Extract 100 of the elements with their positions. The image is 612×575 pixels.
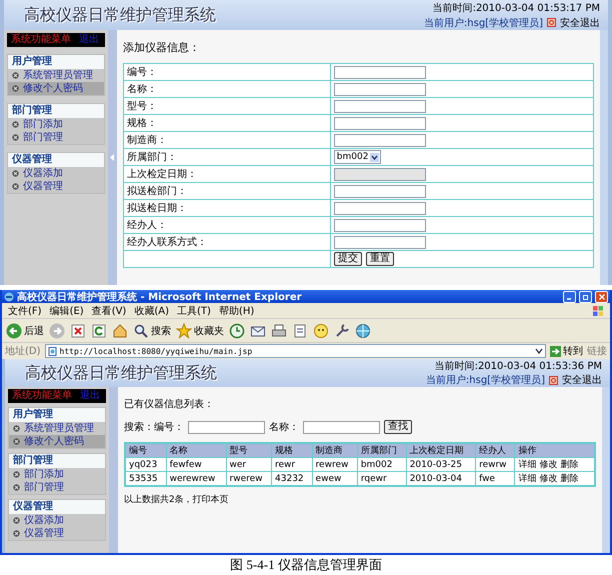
magnifier-icon: [133, 322, 149, 338]
search-button[interactable]: 查找: [384, 420, 412, 434]
action-link[interactable]: 详细: [518, 474, 536, 484]
toolbar-button[interactable]: [313, 322, 329, 338]
menu-group-title: 部门管理: [9, 454, 105, 468]
form-button[interactable]: 提交: [334, 252, 362, 266]
table-cell: 2010-03-25: [406, 458, 476, 472]
toolbar-button[interactable]: 收藏夹: [176, 322, 224, 338]
collapse-arrow-icon: [110, 154, 115, 161]
table-cell: 53535: [125, 472, 166, 486]
form-title: 添加仪器信息：: [123, 40, 201, 56]
table-cell: 2010-03-04: [406, 472, 476, 486]
action-link[interactable]: 修改: [539, 460, 558, 470]
logout-link[interactable]: 安全退出: [560, 16, 600, 30]
toolbar-button[interactable]: [355, 322, 371, 338]
menu-item[interactable]: 部门添加: [9, 468, 105, 481]
maximize-button[interactable]: [579, 290, 592, 302]
menu-item[interactable]: 部门管理: [9, 481, 105, 494]
form-label: 上次检定日期：: [124, 166, 330, 182]
menu-item[interactable]: 仪器管理: [8, 180, 104, 193]
table-cell: rewr: [272, 458, 312, 472]
department-select[interactable]: bm002: [334, 150, 382, 164]
print-link[interactable]: 打印本页: [192, 495, 229, 505]
refresh-icon: [91, 322, 107, 338]
minimize-button[interactable]: [563, 290, 576, 302]
action-link[interactable]: 修改: [539, 474, 558, 484]
input-field[interactable]: [334, 202, 426, 214]
toolbar-button[interactable]: [271, 322, 287, 338]
menu-item[interactable]: 部门管理: [8, 131, 104, 144]
menu-item[interactable]: 仪器添加: [9, 514, 105, 527]
form-label: 名称：: [124, 80, 330, 98]
scrollbar-track[interactable]: [600, 30, 608, 285]
menu-item[interactable]: 修改个人密码: [9, 435, 105, 448]
toolbar-button[interactable]: [229, 322, 245, 338]
close-icon: [598, 294, 604, 300]
menu-item[interactable]: 仪器添加: [8, 167, 104, 180]
globe-icon: [355, 322, 371, 338]
input-field[interactable]: [334, 82, 426, 96]
links-label[interactable]: 链接: [587, 344, 607, 358]
toolbar-button[interactable]: [334, 322, 350, 338]
address-field[interactable]: http://localhost:8080/yyqiweihu/main.jsp: [44, 344, 546, 358]
form-label: 制造商：: [124, 132, 330, 148]
address-label: 地址(D): [5, 344, 41, 358]
menu-item[interactable]: 仪器管理: [9, 527, 105, 540]
current-user: 当前用户:hsg[学校管理员]: [424, 16, 543, 30]
form-label: 编号：: [124, 64, 330, 80]
scrollbar-track[interactable]: [602, 387, 610, 553]
table-cell: fewfew: [166, 458, 226, 472]
input-field[interactable]: [334, 116, 426, 130]
menu-bar-item[interactable]: 编辑(E): [50, 304, 84, 318]
menu-item[interactable]: 部门添加: [8, 118, 104, 131]
go-button[interactable]: 转到: [550, 344, 583, 358]
action-link[interactable]: 删除: [560, 460, 578, 470]
chat-icon: [313, 322, 329, 338]
toolbar-button[interactable]: 搜索: [133, 322, 171, 338]
bullet-icon: [13, 517, 20, 524]
table-cell: ewew: [312, 472, 358, 486]
window-title: 高校仪器日常维护管理系统 - Microsoft Internet Explorer: [17, 290, 303, 304]
toolbar-button[interactable]: [91, 322, 107, 338]
table-cell: rewrw: [476, 458, 515, 472]
form-label: 经办人：: [124, 216, 330, 234]
menu-item[interactable]: 系统管理员管理: [8, 69, 104, 82]
stop-icon: [70, 322, 86, 338]
input-field[interactable]: [334, 184, 426, 198]
action-link[interactable]: 详细: [518, 460, 536, 470]
table-cell: yq023: [125, 458, 166, 472]
form-button[interactable]: 重置: [366, 252, 394, 266]
name-search-field[interactable]: [303, 420, 380, 434]
toolbar-button[interactable]: [112, 322, 128, 338]
action-link[interactable]: 删除: [560, 474, 578, 484]
toolbar-button[interactable]: [292, 322, 308, 338]
menu-bar-item[interactable]: 工具(T): [177, 304, 211, 318]
menu-bar-item[interactable]: 收藏(A): [134, 304, 169, 318]
input-field[interactable]: [334, 236, 426, 248]
logout-link[interactable]: 安全退出: [562, 373, 602, 387]
menu-bar-item[interactable]: 文件(F): [8, 304, 42, 318]
menu-bar-item[interactable]: 帮助(H): [218, 304, 254, 318]
dropdown-caret-icon: [535, 347, 543, 355]
menu-item[interactable]: 修改个人密码: [8, 82, 104, 95]
go-arrow-icon: [550, 346, 561, 356]
input-field[interactable]: [334, 100, 426, 112]
bullet-icon: [13, 425, 20, 432]
menu-bar-item[interactable]: 查看(V): [92, 304, 126, 318]
toolbar-button[interactable]: 后退: [6, 322, 44, 338]
toolbar-button[interactable]: [70, 322, 86, 338]
bullet-icon: [12, 72, 19, 79]
dropdown-caret-icon: [370, 152, 380, 162]
table-cell: werewrew: [166, 472, 226, 486]
code-search-field[interactable]: [188, 420, 265, 434]
input-field[interactable]: [334, 66, 426, 78]
input-field[interactable]: [334, 134, 426, 146]
close-button[interactable]: [595, 290, 608, 302]
current-time: 当前时间:2010-03-04 01:53:36 PM: [434, 360, 602, 373]
input-field[interactable]: [334, 218, 426, 232]
menu-item[interactable]: 系统管理员管理: [9, 422, 105, 435]
column-header: 规格: [272, 443, 312, 458]
menu-title: 系统功能菜单: [11, 34, 71, 46]
bullet-icon: [12, 183, 19, 190]
table-cell: rwerew: [226, 472, 272, 486]
form-label: 所属部门：: [124, 148, 330, 166]
